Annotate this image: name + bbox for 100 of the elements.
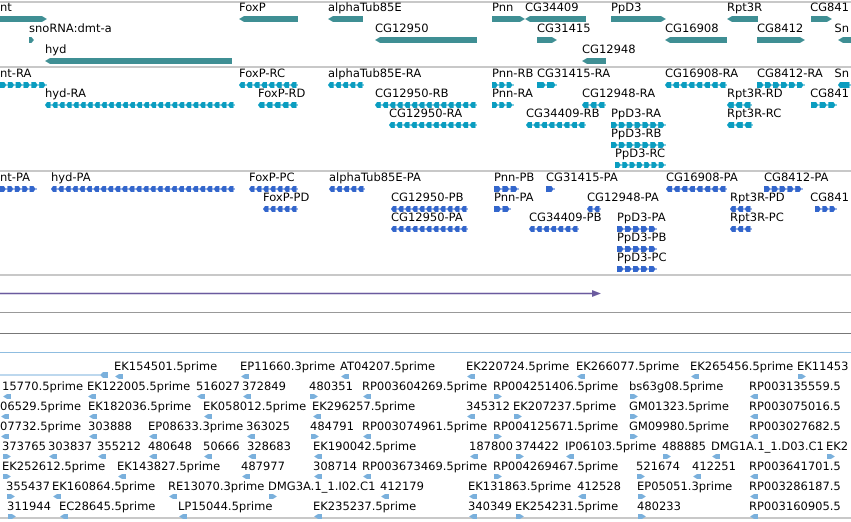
est-label: LP15044.5prime bbox=[178, 500, 272, 513]
est-label: EK122005.5prime bbox=[87, 380, 190, 393]
feature-label: Rpt3R-RC bbox=[727, 107, 782, 120]
feature-label: Sn bbox=[834, 67, 849, 80]
est-label: 303888 bbox=[88, 420, 132, 433]
est-label: 187800 bbox=[469, 440, 513, 453]
est-label: RP003160905.5 bbox=[749, 500, 841, 513]
feature-label: CG841 bbox=[810, 1, 849, 14]
est-label: EK220724.5prime bbox=[466, 360, 570, 373]
est-label: 373765 bbox=[2, 440, 46, 453]
est-label: 07732.5prime bbox=[0, 420, 82, 433]
est-label: 303837 bbox=[48, 440, 92, 453]
est-label: RP004269467.5prime bbox=[493, 460, 618, 473]
est-label: 480233 bbox=[637, 500, 681, 513]
est-label: 521674 bbox=[636, 460, 680, 473]
est-label: 340349 bbox=[468, 500, 512, 513]
feature-label: CG12948-PA bbox=[587, 191, 659, 204]
feature-label: Pnn bbox=[492, 1, 514, 14]
feature-label: Rpt3R bbox=[727, 1, 762, 14]
est-label: DMG1A.1_1.D03.C1 bbox=[711, 440, 824, 453]
feature-label: FoxP-PD bbox=[263, 191, 310, 204]
feature-label: nt bbox=[0, 1, 12, 14]
est-label: RP003286187.5 bbox=[749, 480, 841, 493]
feature-label: CG16908-PA bbox=[666, 171, 738, 184]
feature-label: Rpt3R-RD bbox=[727, 87, 783, 100]
feature-label: Rpt3R-PD bbox=[730, 191, 785, 204]
est-label: 412179 bbox=[380, 480, 424, 493]
est-label: EP05051.3prime bbox=[637, 480, 732, 493]
feature-label: alphaTub85E bbox=[328, 1, 402, 14]
feature-label: CG12950-PA bbox=[391, 211, 463, 224]
feature-label: Rpt3R-PC bbox=[730, 211, 784, 224]
est-label: RP003135559.5 bbox=[749, 380, 841, 393]
est-label: EK2 bbox=[826, 440, 848, 453]
feature-label: CG31415 bbox=[537, 22, 591, 35]
feature-label: PpD3-RC bbox=[615, 147, 666, 160]
est-label: 328683 bbox=[247, 440, 291, 453]
est-label: GM01323.5prime bbox=[629, 400, 729, 413]
est-label: RP003641701.5 bbox=[749, 460, 841, 473]
feature-label: hyd bbox=[45, 43, 66, 56]
est-label: EK190042.5prime bbox=[313, 440, 416, 453]
est-label: EK266077.5prime bbox=[576, 360, 680, 373]
est-label: DMG3A.1_1.I02.C1 bbox=[268, 480, 376, 493]
feature-label: Pnn-PA bbox=[494, 191, 534, 204]
est-label: RP003074961.5prime bbox=[362, 420, 488, 433]
est-label: RP003075016.5 bbox=[749, 400, 841, 413]
est-label: EC28645.5prime bbox=[59, 500, 156, 513]
est-label: EK11453 bbox=[797, 360, 848, 373]
feature-label: Pnn-PB bbox=[494, 171, 534, 184]
feature-label: PpD3-PB bbox=[617, 231, 666, 244]
est-label: 484791 bbox=[310, 420, 354, 433]
est-label: EK143827.5prime bbox=[117, 460, 220, 473]
est-label: EP11660.3prime bbox=[240, 360, 336, 373]
est-label: 412528 bbox=[577, 480, 621, 493]
feature-label: CG34409-RB bbox=[526, 107, 600, 120]
feature-label: FoxP-PC bbox=[249, 171, 294, 184]
est-label: EK252612.5prime bbox=[2, 460, 106, 473]
est-label: 412251 bbox=[692, 460, 736, 473]
est-label: EK160864.5prime bbox=[52, 480, 156, 493]
est-label: 50666 bbox=[203, 440, 240, 453]
feature-label: PpD3-PC bbox=[617, 251, 667, 264]
feature-label: CG34409 bbox=[525, 1, 579, 14]
feature-label: CG12948-RA bbox=[582, 87, 656, 100]
feature-label: CG12950-RB bbox=[375, 87, 449, 100]
est-label: 516027 bbox=[196, 380, 240, 393]
est-label: EK265456.5prime bbox=[690, 360, 794, 373]
feature-label: alphaTub85E-PA bbox=[329, 171, 421, 184]
est-label: RP003673469.5prime bbox=[362, 460, 488, 473]
feature-label: PpD3-RB bbox=[611, 127, 662, 140]
feature-label: PpD3 bbox=[611, 1, 642, 14]
feature-label: CG12950-RA bbox=[389, 107, 462, 120]
feature-label: hyd-RA bbox=[45, 87, 86, 100]
est-label: 06529.5prime bbox=[0, 400, 82, 413]
est-label: 15770.5prime bbox=[2, 380, 84, 393]
est-label: AT04207.5prime bbox=[340, 360, 436, 373]
est-label: 345312 bbox=[466, 400, 510, 413]
feature-label: CG16908 bbox=[665, 22, 719, 35]
feature-label: CG31415-RA bbox=[537, 67, 610, 80]
feature-label: CG841 bbox=[810, 191, 849, 204]
feature-label: CG8412-PA bbox=[764, 171, 828, 184]
est-label: 355437 bbox=[6, 480, 50, 493]
feature-label: CG841 bbox=[810, 87, 849, 100]
est-label: RP004125671.5prime bbox=[493, 420, 618, 433]
feature-label: alphaTub85E-RA bbox=[328, 67, 422, 80]
est-label: RP004251406.5prime bbox=[493, 380, 618, 393]
est-label: IP06103.5prime bbox=[565, 440, 656, 453]
feature-label: FoxP bbox=[239, 1, 266, 14]
est-label: EK182036.5prime bbox=[88, 400, 192, 413]
est-label: 363025 bbox=[246, 420, 290, 433]
est-label: EK254231.5prime bbox=[515, 500, 618, 513]
feature-label: snoRNA:dmt-a bbox=[29, 22, 112, 35]
est-label: 480648 bbox=[148, 440, 192, 453]
feature-label: Sn bbox=[834, 22, 849, 35]
feature-label: CG12950-PB bbox=[391, 191, 464, 204]
feature-label: CG31415-PA bbox=[546, 171, 618, 184]
est-label: EK131863.5prime bbox=[468, 480, 572, 493]
est-label: 372849 bbox=[242, 380, 286, 393]
feature-label: CG12950 bbox=[375, 22, 429, 35]
est-label: EP08633.3prime bbox=[148, 420, 244, 433]
est-label: 480351 bbox=[309, 380, 353, 393]
est-label: EK058012.5prime bbox=[203, 400, 306, 413]
